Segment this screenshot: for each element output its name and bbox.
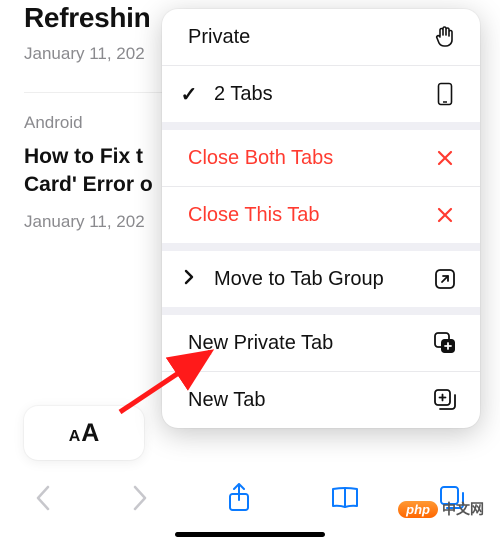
back-button[interactable] bbox=[34, 483, 53, 518]
menu-item-private[interactable]: Private bbox=[162, 9, 480, 65]
home-indicator bbox=[175, 532, 325, 537]
close-icon bbox=[432, 202, 458, 228]
watermark-text: 中文网 bbox=[442, 499, 484, 519]
watermark: php 中文网 bbox=[398, 499, 484, 519]
bookmarks-button[interactable] bbox=[329, 485, 361, 516]
menu-label: 2 Tabs bbox=[214, 83, 273, 106]
reader-format-button[interactable]: AA bbox=[24, 406, 144, 460]
share-button[interactable] bbox=[226, 483, 252, 518]
device-icon bbox=[432, 81, 458, 107]
new-tab-icon bbox=[432, 387, 458, 413]
watermark-badge: php bbox=[398, 501, 438, 518]
forward-button[interactable] bbox=[130, 483, 149, 518]
tab-context-menu: Private ✓ 2 Tabs Close Both Tabs Close T… bbox=[162, 9, 480, 428]
menu-label: New Private Tab bbox=[188, 332, 333, 355]
checkmark-icon: ✓ bbox=[180, 82, 198, 107]
menu-label: Close This Tab bbox=[188, 204, 320, 227]
text-size-icon: AA bbox=[69, 419, 100, 448]
menu-item-tabs[interactable]: ✓ 2 Tabs bbox=[162, 66, 480, 122]
menu-item-close-this[interactable]: Close This Tab bbox=[162, 187, 480, 243]
hand-icon bbox=[432, 24, 458, 50]
new-private-tab-icon bbox=[432, 330, 458, 356]
menu-item-new-tab[interactable]: New Tab bbox=[162, 372, 480, 428]
menu-item-move-group[interactable]: Move to Tab Group bbox=[162, 251, 480, 307]
menu-label: Private bbox=[188, 26, 250, 49]
menu-item-close-both[interactable]: Close Both Tabs bbox=[162, 130, 480, 186]
close-icon bbox=[432, 145, 458, 171]
menu-label: New Tab bbox=[188, 389, 265, 412]
menu-label: Move to Tab Group bbox=[214, 268, 384, 291]
open-external-icon bbox=[432, 266, 458, 292]
menu-label: Close Both Tabs bbox=[188, 147, 333, 170]
chevron-right-icon bbox=[180, 268, 198, 291]
menu-item-new-private-tab[interactable]: New Private Tab bbox=[162, 315, 480, 371]
